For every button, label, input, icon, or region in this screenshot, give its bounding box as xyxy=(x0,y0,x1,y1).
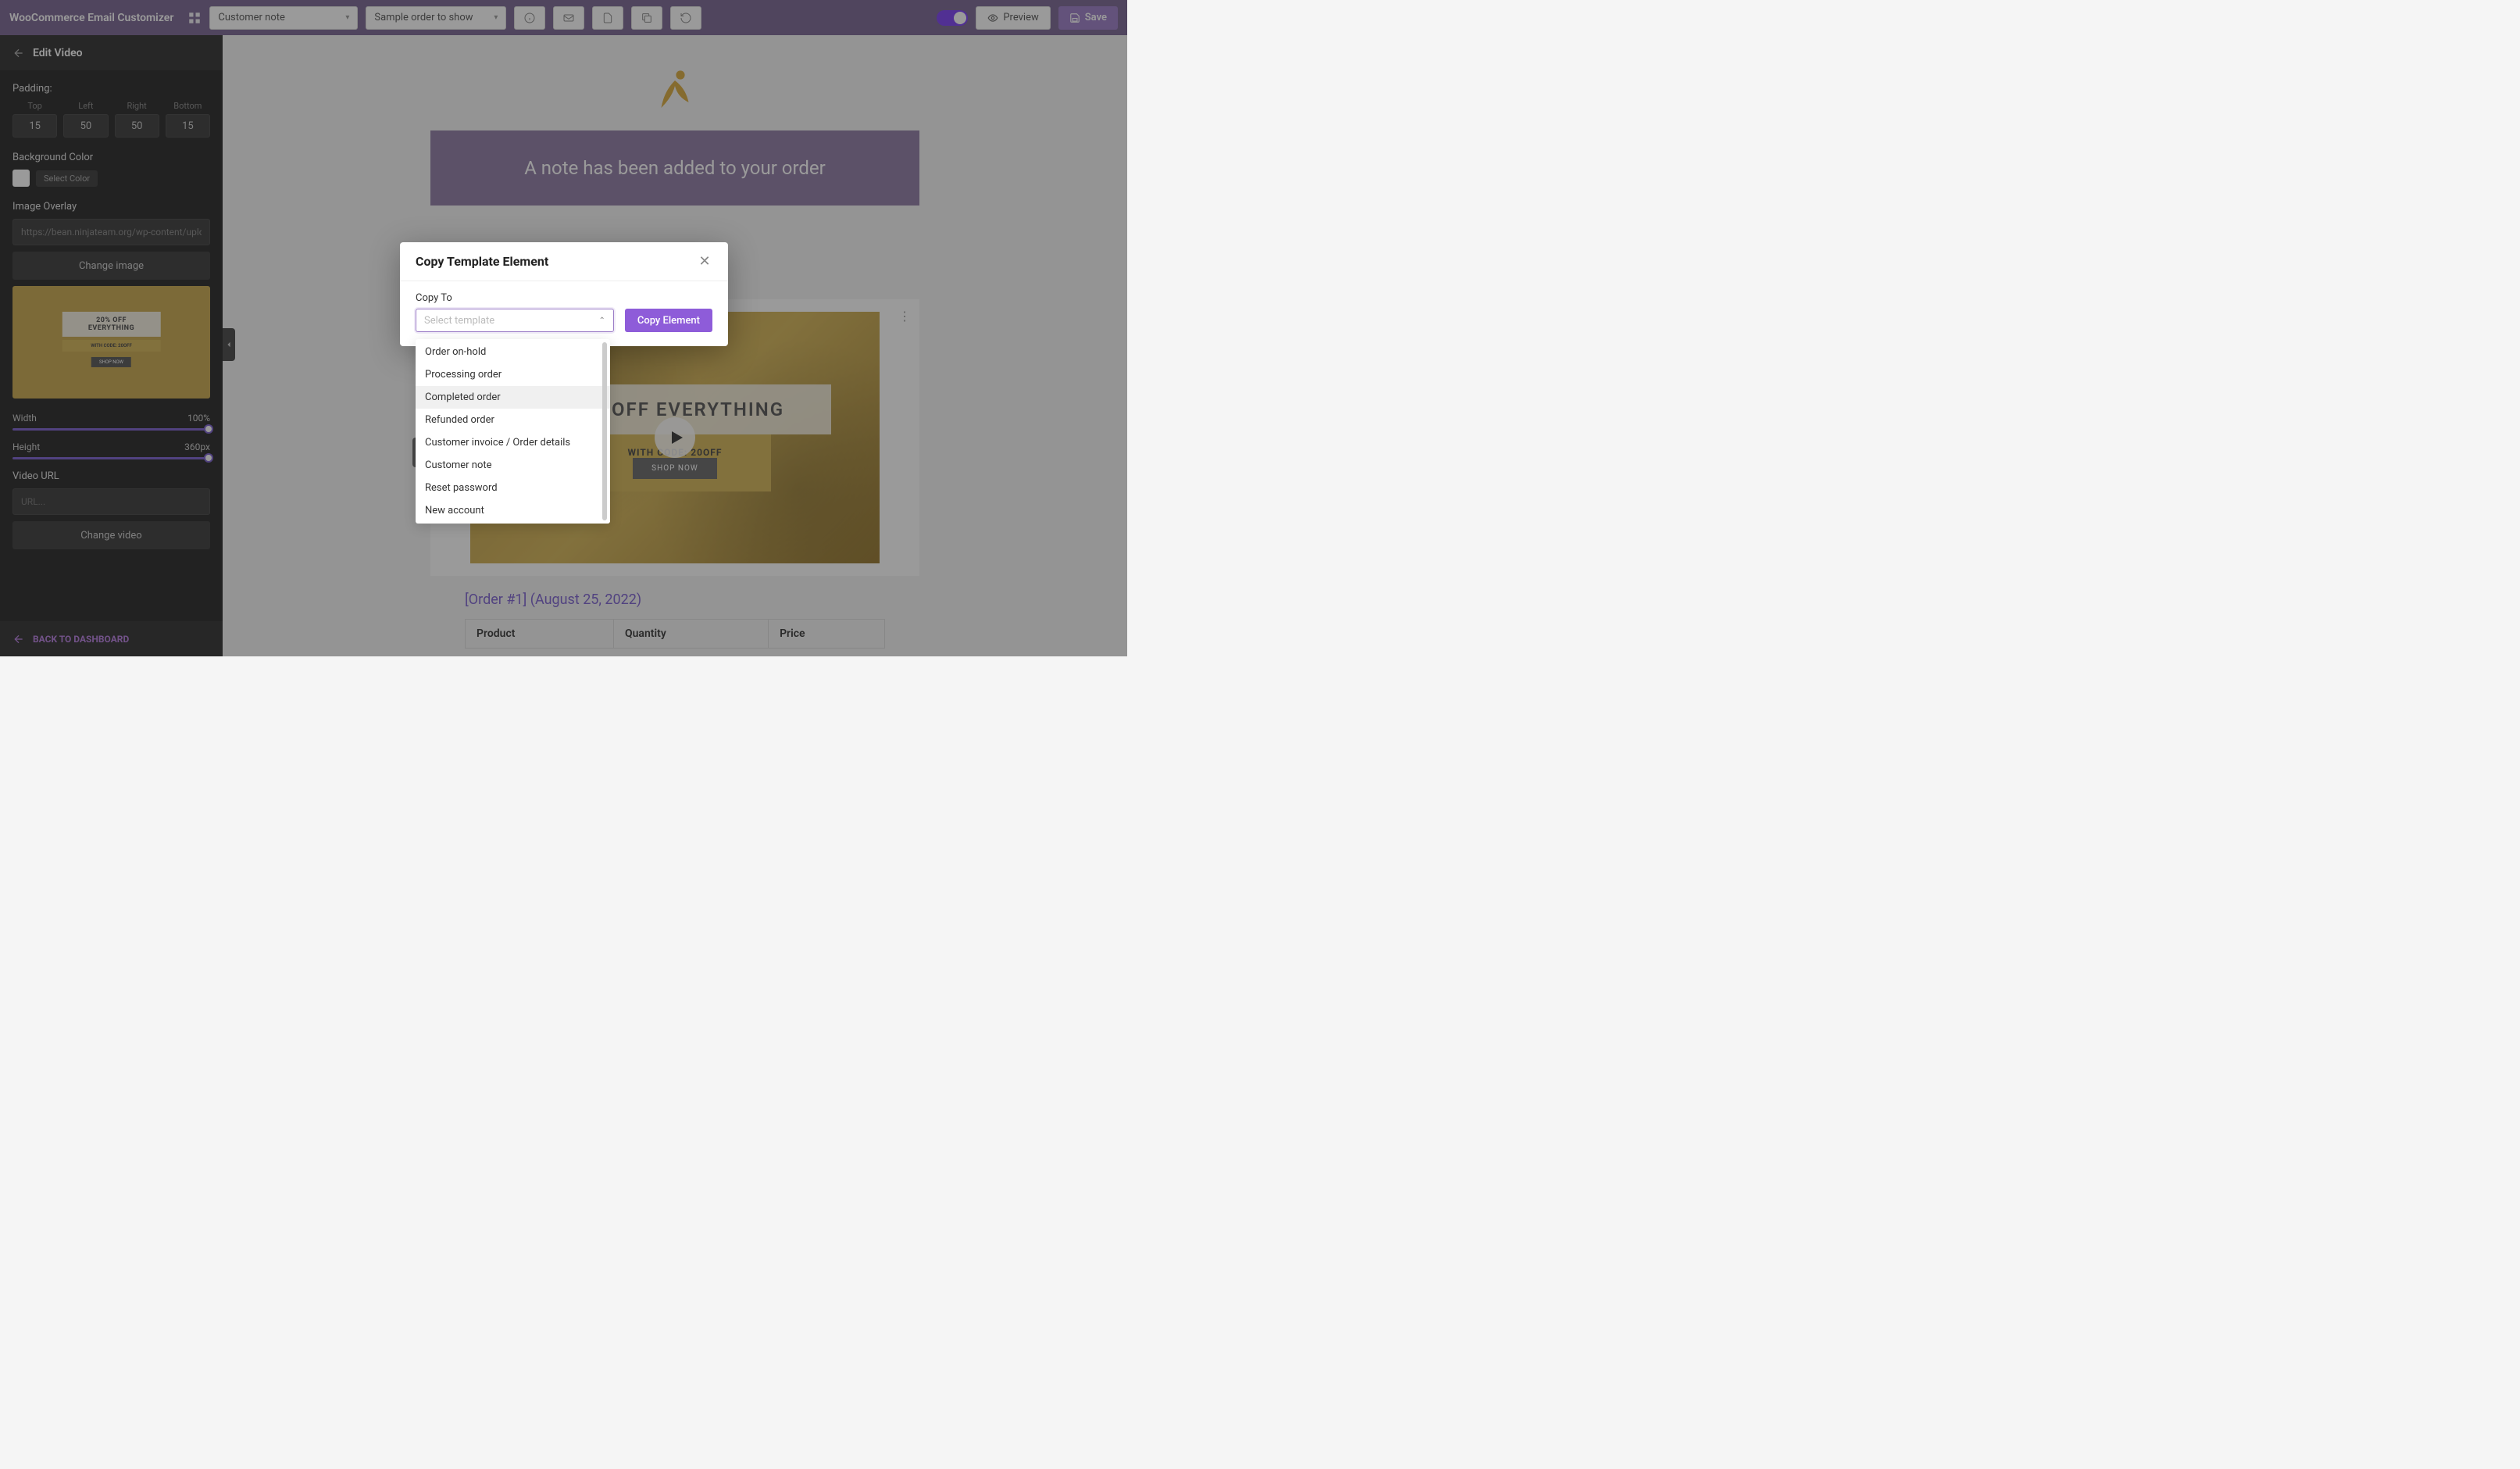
copy-to-label: Copy To xyxy=(416,292,614,304)
close-icon[interactable]: ✕ xyxy=(697,253,712,270)
dropdown-option[interactable]: Reset password xyxy=(416,477,610,499)
dropdown-scrollbar[interactable] xyxy=(602,342,607,520)
dropdown-option[interactable]: Order on-hold xyxy=(416,341,610,363)
copy-element-button[interactable]: Copy Element xyxy=(625,309,712,332)
dropdown-option[interactable]: Customer note xyxy=(416,454,610,477)
dropdown-option[interactable]: New account xyxy=(416,499,610,522)
dropdown-option[interactable]: Completed order xyxy=(416,386,610,409)
modal-title: Copy Template Element xyxy=(416,254,548,269)
template-dropdown: Order on-holdProcessing orderCompleted o… xyxy=(416,339,610,524)
dropdown-option[interactable]: Processing order xyxy=(416,363,610,386)
chevron-up-icon: ⌃ xyxy=(598,316,605,325)
copy-template-modal: Copy Template Element ✕ Copy To Select t… xyxy=(400,242,728,346)
dropdown-option[interactable]: Customer invoice / Order details xyxy=(416,431,610,454)
template-target-select[interactable]: Select template ⌃ xyxy=(416,309,614,332)
dropdown-option[interactable]: Refunded order xyxy=(416,409,610,431)
select-placeholder: Select template xyxy=(424,315,494,327)
